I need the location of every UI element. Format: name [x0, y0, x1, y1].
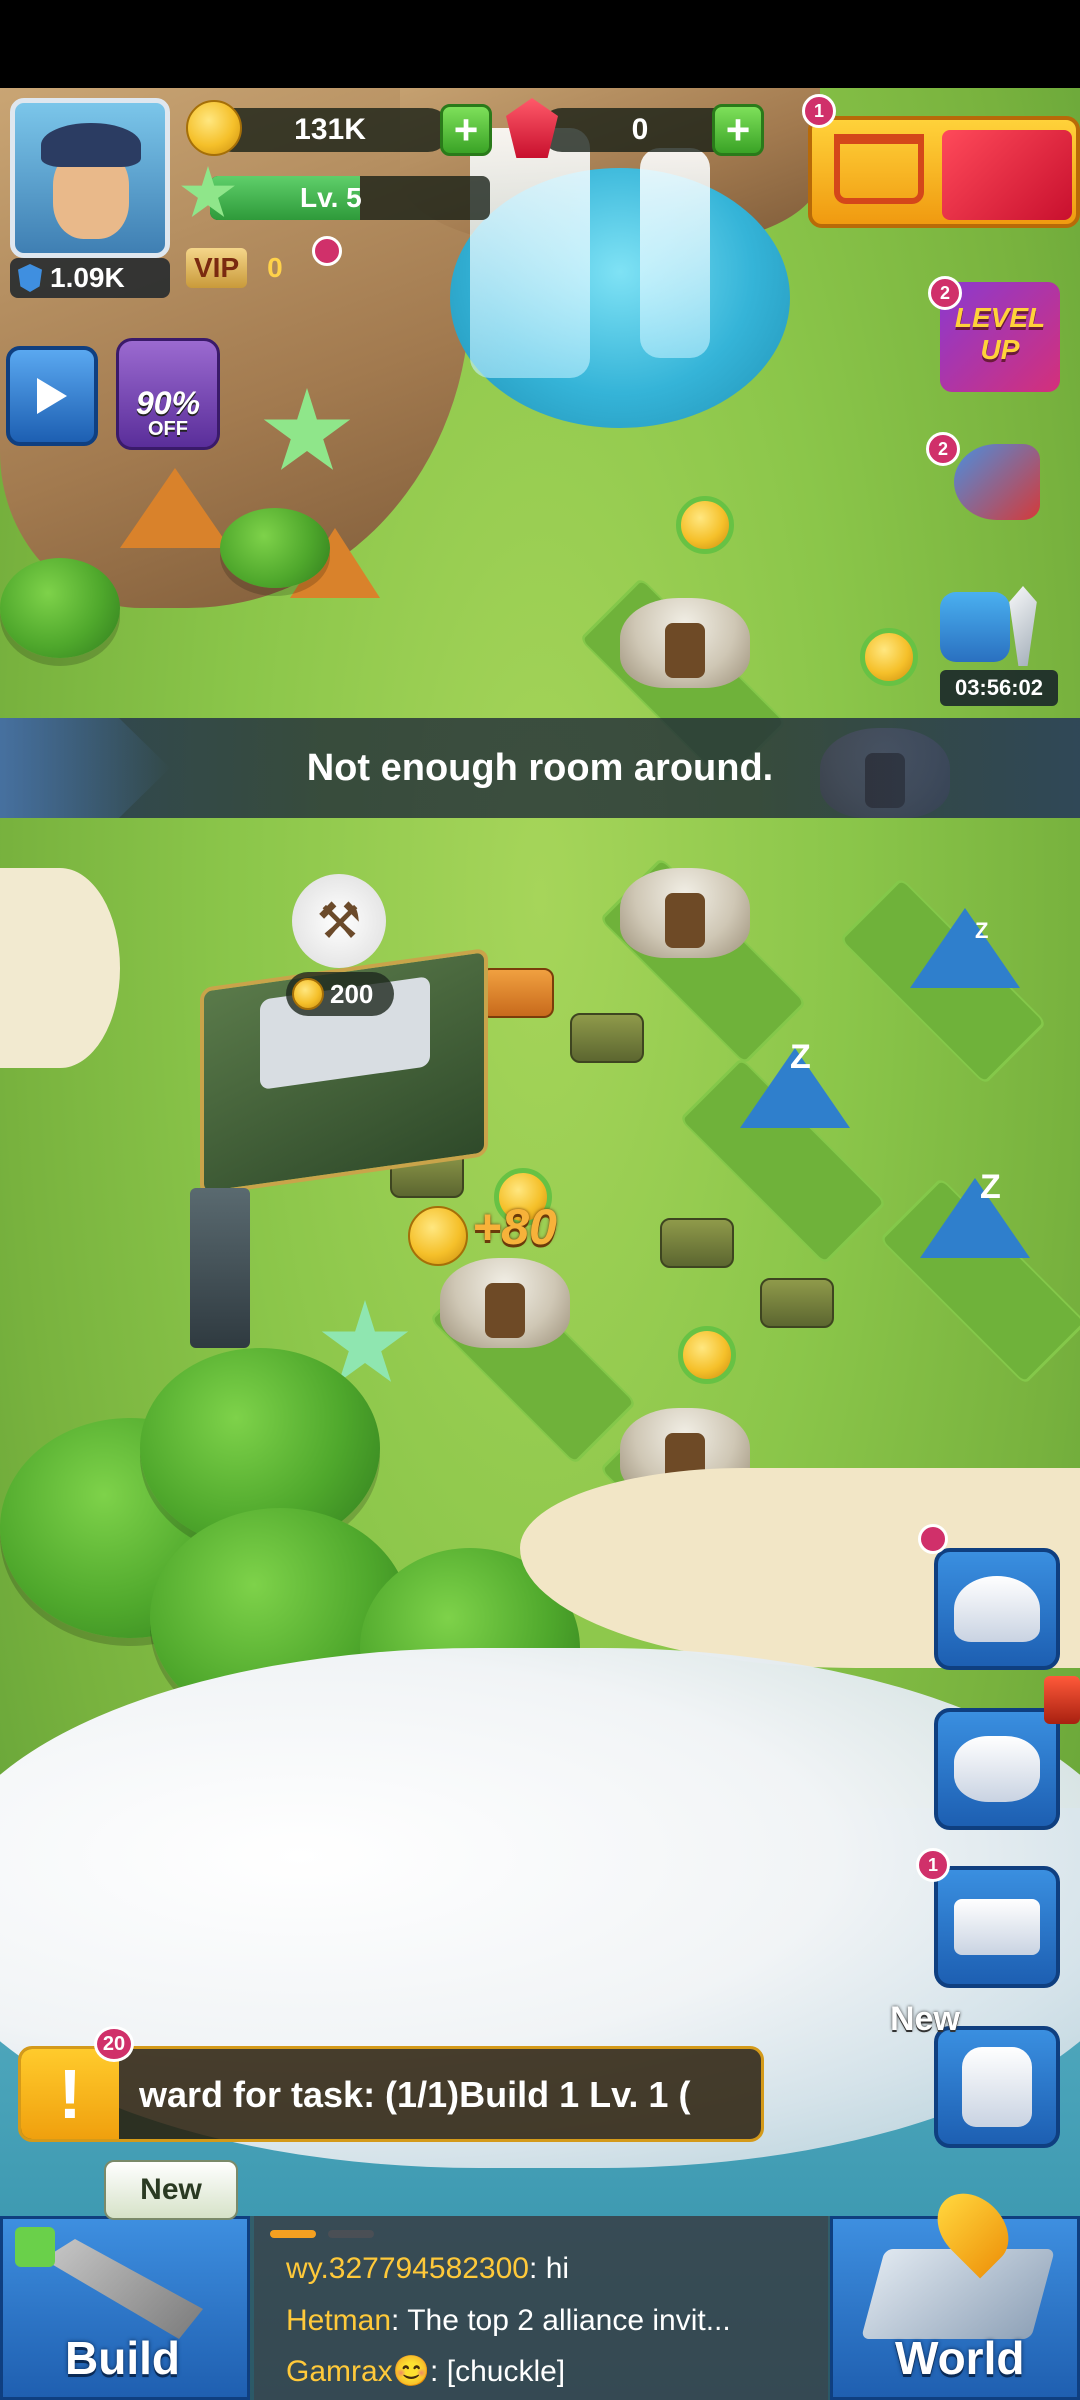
chat-message: Hetman: The top 2 alliance invit... [286, 2304, 731, 2337]
mail-button[interactable] [934, 1866, 1060, 1988]
build-button[interactable]: Build [0, 2216, 250, 2400]
gem-bar: 0 [540, 108, 740, 152]
gold-amount: 131K [294, 113, 366, 146]
mail-badge: 1 [916, 1848, 950, 1882]
hammer-wrench-icon [43, 2239, 203, 2339]
shop-badge: 1 [802, 94, 836, 128]
jeep[interactable] [760, 1278, 834, 1328]
coin-icon [408, 1206, 468, 1266]
quest-badge: 20 [94, 2026, 134, 2062]
world-button[interactable]: World [830, 2179, 1080, 2400]
gold-mine[interactable] [440, 1258, 570, 1348]
add-gems-button[interactable]: + [712, 104, 764, 156]
watchtower[interactable] [190, 1188, 250, 1348]
shop-button[interactable] [808, 116, 1080, 228]
power-display: 1.09K [10, 258, 170, 298]
vip-badge [312, 236, 342, 266]
vip-button[interactable]: VIP 0 [186, 244, 316, 292]
gift-icon [942, 130, 1072, 220]
chat-tab-indicator [270, 2230, 316, 2238]
commander-button[interactable] [934, 1548, 1060, 1670]
chat-tab-indicator-2 [328, 2230, 374, 2238]
vip-label: VIP [186, 248, 248, 288]
megaphone-badge: 2 [926, 432, 960, 466]
build-new-tag: New [104, 2160, 238, 2220]
notice-message: Not enough room around. [306, 746, 774, 789]
gem-amount: 0 [631, 113, 649, 146]
gold-bar: 131K [210, 108, 450, 152]
gold-mine[interactable] [620, 868, 750, 958]
gold-mine[interactable] [620, 598, 750, 688]
discount-suffix: OFF [148, 418, 188, 440]
build-label: Build [65, 2332, 180, 2384]
level-bar: Lv. 5 [210, 176, 490, 220]
level-up-badge: 2 [928, 276, 962, 310]
discount-value: 90% [135, 385, 201, 421]
power-value: 1.09K [50, 262, 125, 293]
megaphone-icon [954, 444, 1040, 520]
level-text: Lv. 5 [300, 182, 362, 213]
waterfall [470, 128, 590, 378]
discount-offer-button[interactable]: 90% OFF [116, 338, 220, 450]
alliance-button[interactable] [934, 1708, 1060, 1830]
chat-panel[interactable]: wy.327794582300: hi Hetman: The top 2 al… [254, 2216, 828, 2400]
coin-icon [292, 978, 324, 1010]
coin-collect-icon[interactable] [676, 496, 734, 554]
notice-banner: Not enough room around. [0, 718, 1080, 818]
banner-chevron-icon [0, 718, 170, 818]
chat-message: wy.327794582300: hi [286, 2252, 570, 2285]
jeep[interactable] [660, 1218, 734, 1268]
status-bar [0, 0, 1080, 88]
coin-collect-icon[interactable] [678, 1326, 736, 1384]
sleep-z-icon: Z [975, 918, 989, 943]
offer-timer: 03:56:02 [940, 670, 1058, 706]
sleep-z-icon: Z [980, 1168, 1001, 1206]
offer-timer-text: 03:56:02 [954, 675, 1044, 700]
avatar[interactable] [10, 98, 170, 258]
backpack-new-tag: New [890, 2000, 960, 2038]
mail-icon [954, 1899, 1040, 1955]
add-gold-button[interactable]: + [440, 104, 492, 156]
officer-cap-icon [954, 1576, 1040, 1642]
jeep[interactable] [570, 1013, 644, 1063]
build-cost: 200 [330, 978, 374, 1009]
palm-tree [220, 508, 330, 588]
quad-bike[interactable] [480, 968, 554, 1018]
build-arrow-icon [15, 2227, 55, 2267]
gift-chest-icon[interactable] [1044, 1676, 1080, 1724]
handshake-icon [954, 1736, 1040, 1802]
sleep-z-icon: Z [790, 1038, 811, 1076]
quest-bar[interactable]: ! ward for task: (1/1)Build 1 Lv. 1 ( [18, 2046, 764, 2142]
shield-icon [18, 264, 42, 292]
beach-left [0, 868, 120, 1068]
coin-collect-icon[interactable] [860, 628, 918, 686]
quest-text: ward for task: (1/1)Build 1 Lv. 1 ( [139, 2074, 691, 2115]
video-reward-button[interactable] [6, 346, 98, 446]
bush [0, 558, 120, 658]
quest-exclamation-icon: ! [21, 2049, 119, 2139]
map-icon [860, 2249, 1056, 2339]
gold-coin-icon [186, 100, 242, 156]
play-icon [37, 378, 67, 414]
chat-message: Gamrax😊: [chuckle] [286, 2355, 566, 2388]
commander-badge [918, 1524, 948, 1554]
waterfall-2 [640, 148, 710, 358]
world-label: World [895, 2332, 1025, 2384]
cart-icon [834, 134, 924, 204]
avatar-cap [41, 123, 141, 167]
backpack-button[interactable] [934, 2026, 1060, 2148]
backpack-icon [940, 592, 1010, 662]
build-cost-pill: 200 [286, 972, 394, 1016]
hammer-icon[interactable]: ⚒ [292, 874, 386, 968]
floating-gain: +80 [472, 1199, 557, 1255]
vip-level: 0 [267, 252, 283, 283]
backpack-icon [962, 2047, 1032, 2127]
